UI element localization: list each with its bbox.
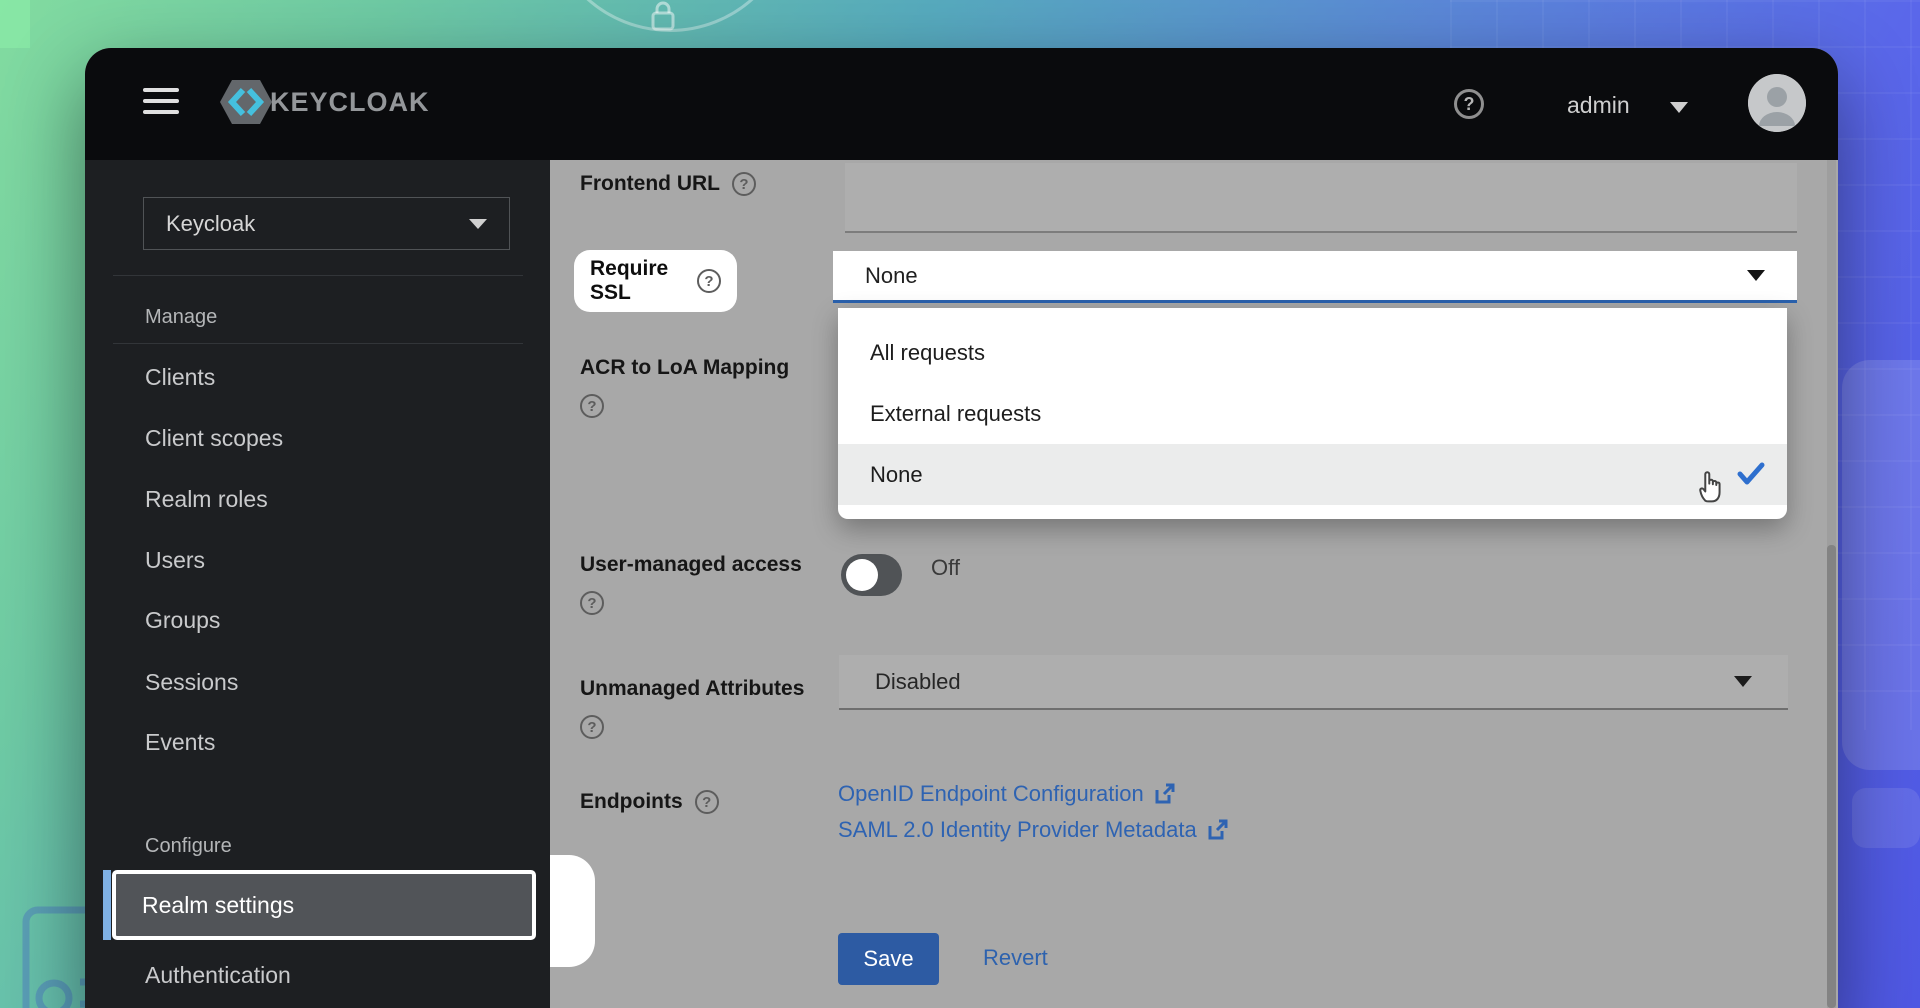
realm-selector[interactable]: Keycloak — [143, 197, 510, 250]
check-icon — [1737, 462, 1765, 486]
question-icon[interactable]: ? — [580, 394, 604, 418]
sidebar-item-authentication[interactable]: Authentication — [145, 960, 291, 990]
frontend-url-input[interactable] — [845, 163, 1797, 233]
question-icon[interactable]: ? — [697, 269, 721, 293]
realm-selector-value: Keycloak — [166, 211, 255, 237]
question-icon[interactable]: ? — [580, 715, 604, 739]
external-link-icon — [1206, 819, 1228, 841]
sidebar-item-groups[interactable]: Groups — [145, 605, 220, 635]
keycloak-hexagon-icon — [218, 77, 274, 127]
openid-endpoint-link[interactable]: OpenID Endpoint Configuration — [838, 780, 1175, 808]
sidebar: Keycloak Manage Clients Client scopes Re… — [85, 160, 550, 1008]
save-button[interactable]: Save — [838, 933, 939, 985]
revert-button[interactable]: Revert — [983, 945, 1048, 971]
chevron-down-icon — [469, 219, 487, 229]
nav-section-configure: Configure — [145, 835, 232, 858]
option-all-requests[interactable]: All requests — [838, 322, 1787, 383]
desktop-background: KEYCLOAK ? admin Keycloak M — [0, 0, 1920, 1008]
help-icon[interactable]: ? — [1454, 89, 1484, 119]
saml-metadata-link[interactable]: SAML 2.0 Identity Provider Metadata — [838, 816, 1228, 844]
divider — [113, 275, 523, 276]
username-menu[interactable]: admin — [1567, 92, 1630, 119]
user-managed-access-toggle[interactable] — [841, 554, 902, 596]
scrollbar-thumb[interactable] — [1827, 545, 1836, 1008]
option-external-requests[interactable]: External requests — [838, 383, 1787, 444]
background-card-shape-small — [1852, 788, 1920, 848]
keycloak-logo: KEYCLOAK — [218, 78, 430, 126]
background-card-shape — [1842, 360, 1920, 770]
require-ssl-label-highlight: Require SSL ? — [574, 250, 737, 312]
toggle-knob — [846, 559, 878, 591]
unmanaged-attributes-label: Unmanaged Attributes ? — [580, 677, 840, 739]
sidebar-item-events[interactable]: Events — [145, 727, 215, 757]
avatar[interactable] — [1748, 74, 1806, 132]
acr-to-loa-label: ACR to LoA Mapping ? — [580, 356, 840, 418]
keycloak-admin-window: KEYCLOAK ? admin Keycloak M — [85, 48, 1838, 1008]
top-navbar: KEYCLOAK ? admin — [85, 48, 1838, 160]
require-ssl-dropdown-menu: All requests External requests None — [838, 308, 1787, 519]
nav-section-manage: Manage — [145, 306, 217, 329]
active-item-indicator — [103, 870, 111, 940]
chevron-down-icon — [1734, 676, 1752, 687]
sidebar-item-realm-settings[interactable]: Realm settings — [112, 870, 536, 940]
option-none[interactable]: None — [838, 444, 1787, 505]
highlight-annotation — [543, 855, 595, 967]
sidebar-item-sessions[interactable]: Sessions — [145, 667, 238, 697]
unmanaged-attributes-select[interactable]: Disabled — [839, 655, 1788, 710]
toggle-state-text: Off — [931, 555, 960, 581]
sidebar-item-users[interactable]: Users — [145, 545, 205, 575]
background-green-patch — [0, 0, 30, 48]
chevron-down-icon[interactable] — [1670, 102, 1688, 113]
sidebar-item-label: Realm settings — [142, 892, 294, 919]
require-ssl-select[interactable]: None — [833, 251, 1797, 303]
sidebar-item-clients[interactable]: Clients — [145, 362, 215, 392]
sidebar-item-client-scopes[interactable]: Client scopes — [145, 423, 283, 453]
external-link-icon — [1153, 783, 1175, 805]
background-circle-shape — [545, 0, 795, 32]
brand-text: KEYCLOAK — [270, 87, 430, 118]
divider — [113, 343, 523, 344]
question-icon[interactable]: ? — [580, 591, 604, 615]
hamburger-menu-icon[interactable] — [143, 88, 179, 120]
require-ssl-value: None — [865, 263, 918, 289]
question-icon[interactable]: ? — [732, 172, 756, 196]
chevron-down-icon — [1747, 270, 1765, 281]
question-icon[interactable]: ? — [695, 790, 719, 814]
unmanaged-attributes-value: Disabled — [875, 669, 961, 695]
frontend-url-label: Frontend URL ? — [580, 172, 756, 196]
sidebar-item-realm-roles[interactable]: Realm roles — [145, 484, 268, 514]
endpoints-label: Endpoints ? — [580, 790, 719, 814]
user-managed-access-label: User-managed access ? — [580, 553, 840, 615]
